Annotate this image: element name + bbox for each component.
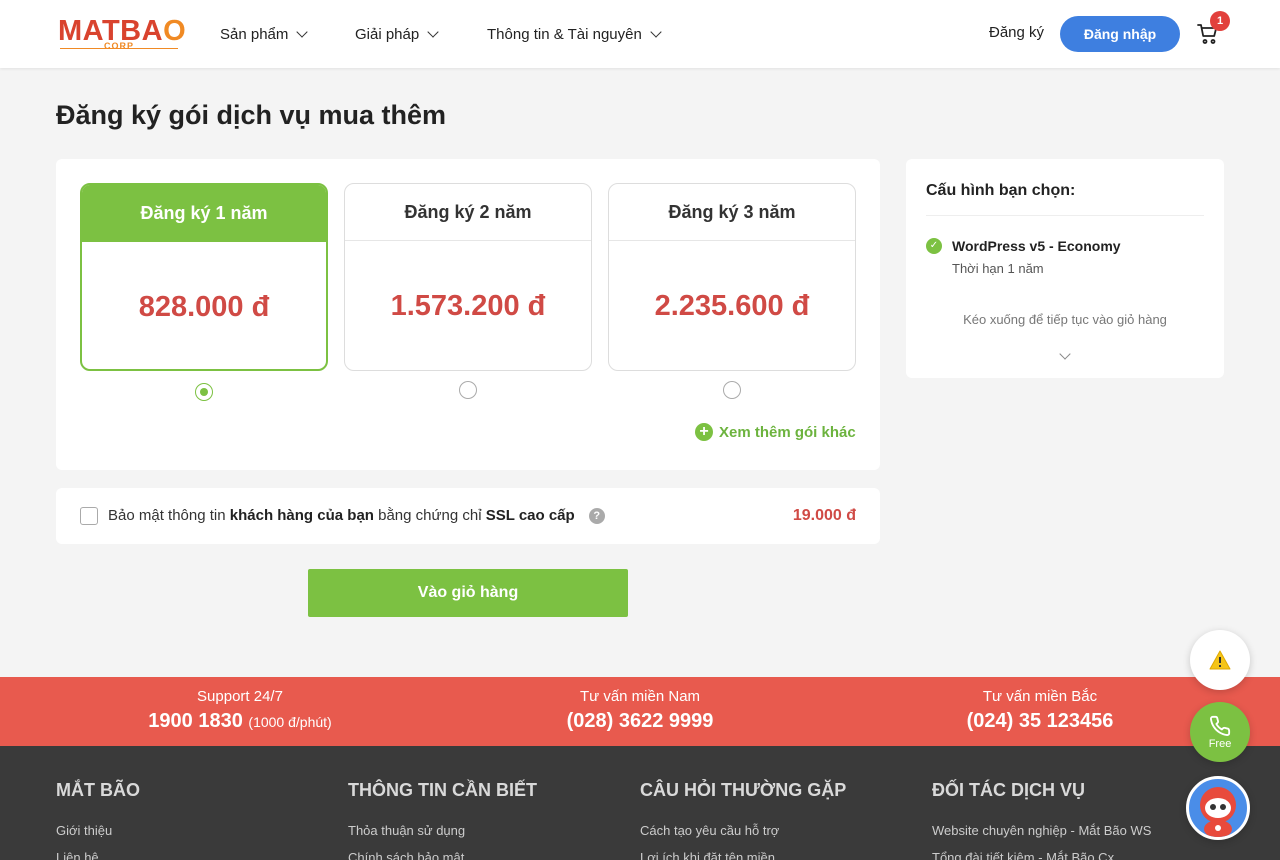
logo-sub: CORP: [104, 41, 135, 51]
contact-label: Support 24/7: [197, 688, 283, 705]
footer-col-partners: ĐỐI TÁC DỊCH VỤ Website chuyên nghiệp - …: [932, 780, 1151, 860]
config-summary: Cấu hình bạn chọn: ✓ WordPress v5 - Econ…: [906, 159, 1224, 378]
help-icon[interactable]: ?: [588, 508, 605, 524]
chevron-down-icon: [427, 25, 439, 38]
plus-circle-icon: +: [695, 423, 713, 441]
footer-col-info: THÔNG TIN CẦN BIẾT Thỏa thuận sử dụng Ch…: [348, 780, 537, 860]
footer-col-title: THÔNG TIN CẦN BIẾT: [348, 780, 537, 800]
contact-south: Tư vấn miền Nam (028) 3622 9999: [440, 688, 840, 733]
footer-link[interactable]: Giới thiệu: [56, 823, 140, 838]
call-free-button[interactable]: Free: [1190, 702, 1250, 762]
more-plans-label: Xem thêm gói khác: [719, 423, 856, 441]
ssl-price: 19.000 đ: [792, 507, 856, 524]
plan-1-year[interactable]: Đăng ký 1 năm 828.000 đ: [80, 183, 328, 371]
contact-bar: Support 24/7 1900 1830 (1000 đ/phút) Tư …: [0, 677, 1280, 746]
chevron-down-icon: [650, 25, 662, 38]
robot-mascot-icon: [1200, 787, 1236, 837]
footer-col-matbao: MẮT BÃO Giới thiệu Liên hệ: [56, 780, 140, 860]
plan-label: Đăng ký 2 năm: [345, 184, 591, 241]
nav-products[interactable]: Sản phẩm: [220, 0, 309, 68]
chatbot-avatar-button[interactable]: [1186, 776, 1250, 840]
warning-icon: [1209, 650, 1231, 670]
summary-title: Cấu hình bạn chọn:: [926, 182, 1076, 199]
chevron-down-icon: [296, 25, 309, 38]
matbao-logo[interactable]: MATBAO CORP: [58, 14, 186, 54]
footer-link[interactable]: Cách tạo yêu cầu hỗ trợ: [640, 823, 846, 838]
plan-label: Đăng ký 1 năm: [82, 185, 326, 242]
plan-price: 828.000 đ: [138, 290, 270, 323]
ssl-checkbox[interactable]: [80, 507, 98, 525]
footer-col-title: MẮT BÃO: [56, 780, 140, 800]
footer-link[interactable]: Liên hệ: [56, 850, 140, 860]
footer-col-faq: CÂU HỎI THƯỜNG GẶP Cách tạo yêu cầu hỗ t…: [640, 780, 846, 860]
plan-1-radio[interactable]: [195, 383, 213, 401]
site-footer: MẮT BÃO Giới thiệu Liên hệ THÔNG TIN CẦN…: [0, 746, 1280, 860]
page-title: Đăng ký gói dịch vụ mua thêm: [56, 100, 447, 130]
site-header: MATBAO CORP Sản phẩm Giải pháp Thông tin…: [0, 0, 1280, 68]
divider: [926, 215, 1204, 216]
contact-north: Tư vấn miền Bắc (024) 35 123456: [840, 688, 1240, 733]
contact-label: Tư vấn miền Bắc: [982, 688, 1098, 705]
footer-link[interactable]: Tổng đài tiết kiệm - Mắt Bão Cx: [932, 850, 1151, 860]
contact-label: Tư vấn miền Nam: [579, 688, 701, 705]
footer-col-title: ĐỐI TÁC DỊCH VỤ: [932, 780, 1085, 800]
add-to-cart-button[interactable]: Vào giỏ hàng: [308, 569, 628, 617]
nav-resources[interactable]: Thông tin & Tài nguyên: [487, 0, 662, 68]
phone-icon: [1210, 715, 1231, 736]
plan-3-year[interactable]: Đăng ký 3 năm 2.235.600 đ: [608, 183, 856, 371]
chevron-down-icon[interactable]: [1059, 348, 1071, 360]
footer-link[interactable]: Lợi ích khi đặt tên miền: [640, 850, 846, 860]
cart-count-badge: 1: [1210, 11, 1230, 31]
nav-products-label: Sản phẩm: [220, 25, 289, 43]
check-icon: ✓: [926, 238, 942, 254]
plan-3-radio[interactable]: [723, 381, 741, 399]
footer-link[interactable]: Thỏa thuận sử dụng: [348, 823, 537, 838]
ssl-addon-row: Bảo mật thông tin khách hàng của bạn bằn…: [56, 488, 880, 544]
plans-card: Đăng ký 1 năm 828.000 đ Đăng ký 2 năm 1.…: [56, 159, 880, 470]
contact-number[interactable]: 1900 1830 (1000 đ/phút): [40, 710, 440, 733]
plan-price: 1.573.200 đ: [390, 289, 546, 322]
register-link[interactable]: Đăng ký: [989, 24, 1044, 41]
alert-float-button[interactable]: [1190, 630, 1250, 690]
contact-number[interactable]: (028) 3622 9999: [440, 710, 840, 733]
summary-item-name: WordPress v5 - Economy: [952, 238, 1121, 254]
plan-2-radio[interactable]: [459, 381, 477, 399]
free-label: Free: [1208, 737, 1232, 750]
login-button[interactable]: Đăng nhập: [1060, 16, 1180, 52]
nav-solutions[interactable]: Giải pháp: [355, 0, 439, 68]
contact-support: Support 24/7 1900 1830 (1000 đ/phút): [40, 688, 440, 733]
nav-resources-label: Thông tin & Tài nguyên: [487, 25, 642, 43]
plan-price: 2.235.600 đ: [654, 289, 810, 322]
footer-link[interactable]: Website chuyên nghiệp - Mắt Bão WS: [932, 823, 1151, 838]
footer-col-title: CÂU HỎI THƯỜNG GẶP: [640, 780, 847, 800]
ssl-description: Bảo mật thông tin khách hàng của bạn bằn…: [108, 507, 605, 524]
plan-2-year[interactable]: Đăng ký 2 năm 1.573.200 đ: [344, 183, 592, 371]
summary-item-term: Thời hạn 1 năm: [952, 261, 1044, 276]
nav-solutions-label: Giải pháp: [355, 25, 420, 43]
more-plans-link[interactable]: + Xem thêm gói khác: [695, 423, 856, 441]
contact-number[interactable]: (024) 35 123456: [840, 710, 1240, 733]
plan-label: Đăng ký 3 năm: [609, 184, 855, 241]
footer-link[interactable]: Chính sách bảo mật: [348, 850, 537, 860]
scroll-hint: Kéo xuống để tiếp tục vào giỏ hàng: [963, 312, 1167, 327]
